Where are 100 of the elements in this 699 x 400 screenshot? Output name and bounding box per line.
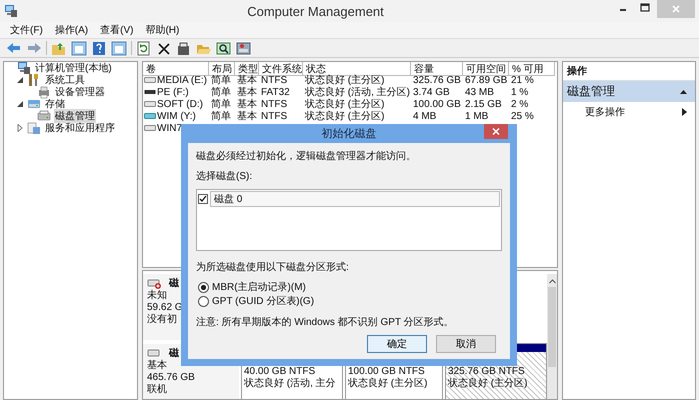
tree-item[interactable]: 服务和应用程序 [44,121,116,135]
partition-status: 状态良好 (活动, 主分 [244,378,337,390]
folder-up-icon[interactable] [51,40,67,56]
partition-status: 状态良好 (主分区) [448,378,528,390]
cancel-button[interactable]: 取消 [436,335,496,353]
menu-item[interactable]: 操作(A) [54,23,88,37]
table-cell: 1 MB [465,110,488,122]
disk-detail: 联机 [147,384,167,396]
pane-icon[interactable] [111,40,127,56]
tools-icon [27,73,41,87]
table-cell: 21 % [511,74,534,86]
computer-icon [17,61,31,75]
table-cell: 67.89 GB [465,74,508,86]
delete-icon[interactable] [156,40,172,56]
window-title: Computer Management [246,4,385,18]
pane-icon[interactable] [71,40,87,56]
list-item[interactable]: 磁盘 0 [210,191,500,207]
table-cell: 简单 [211,98,231,110]
disk-name: 磁 [169,346,179,360]
table-cell: FAT32 [261,86,290,98]
disk-detail: 465.76 GB [147,372,195,384]
disk-drive-icon [37,109,51,123]
computer-management-icon [4,4,18,18]
column-header[interactable]: 状态 [303,62,411,76]
table-cell: NTFS [261,110,288,122]
help-icon[interactable] [91,40,107,56]
drive-icon [144,87,156,97]
tree-item[interactable]: 计算机管理(本地) [34,61,113,75]
radio-label[interactable]: MBR(主启动记录)(M) [212,280,306,294]
expanded-triangle-icon[interactable] [16,76,24,84]
disk-listbox[interactable]: 磁盘 0 [196,189,502,251]
table-cell: 基本 [237,74,257,86]
table-cell: 基本 [237,86,257,98]
table-cell: WIM (Y:) [157,110,196,122]
table-cell: MEDIA (E:) [157,74,208,86]
disk-detail: 基本 [147,360,167,372]
magnifier-icon[interactable] [216,40,232,56]
action-item[interactable]: 更多操作 [585,105,625,119]
tree-item[interactable]: 系统工具 [44,73,86,87]
menu-item[interactable]: 查看(V) [100,23,134,37]
table-cell: SOFT (D:) [157,98,203,110]
menu-item[interactable]: 文件(F) [10,23,43,37]
menu-item[interactable]: 帮助(H) [145,23,180,37]
collapse-triangle-icon[interactable] [680,89,687,94]
drive-icon [144,111,156,121]
column-header[interactable]: 可用空间 [463,62,509,76]
column-header[interactable]: 容量 [411,62,463,76]
table-cell: 状态良好 (主分区) [305,98,384,110]
submenu-arrow-icon[interactable] [682,108,687,116]
printer-icon [37,85,51,99]
column-header[interactable]: 类型 [235,62,259,76]
actions-group-header[interactable]: 磁盘管理 [563,81,695,102]
table-cell: PE (F:) [157,86,189,98]
expanded-triangle-icon[interactable] [16,100,24,108]
radio-label[interactable]: GPT (GUID 分区表)(G) [212,294,314,308]
scroll-up-icon[interactable] [548,277,556,285]
tree-item[interactable]: 磁盘管理 [54,109,96,123]
dialog-message: 磁盘必须经过初始化，逻辑磁盘管理器才能访问。 [196,150,417,163]
scroll-thumb[interactable] [548,287,556,367]
table-cell: NTFS [261,74,288,86]
table-cell: 基本 [237,98,257,110]
collapsed-triangle-icon[interactable] [16,124,24,132]
drive-icon [144,75,156,85]
partition-status: 状态良好 (主分区) [348,378,428,390]
table-cell: 简单 [211,110,231,122]
table-cell: 基本 [237,110,257,122]
radio-button[interactable] [198,282,209,292]
close-icon[interactable] [484,124,508,139]
partition-size: 100.00 GB NTFS [348,366,426,378]
table-cell: 325.76 GB [413,74,461,86]
scrollbar[interactable] [547,274,557,399]
disk-settings-icon[interactable] [236,40,252,56]
field-label: 为所选磁盘使用以下磁盘分区形式: [196,260,350,274]
table-cell: 状态良好 (主分区) [305,110,384,122]
dialog-title: 初始化磁盘 [322,126,376,141]
radio-button[interactable] [198,296,209,306]
table-cell: 简单 [211,86,231,98]
column-header[interactable]: % 可用 [509,62,555,76]
checkbox[interactable] [198,194,208,204]
column-header[interactable]: 卷 [143,62,209,76]
field-label: 选择磁盘(S): [196,170,254,183]
tree-item[interactable]: 存储 [44,97,66,111]
disk-warning-icon [147,276,161,290]
note-text: 注意: 所有早期版本的 Windows 都不识别 GPT 分区形式。 [196,316,455,329]
back-arrow-icon[interactable] [6,40,22,56]
tree-item[interactable]: 设备管理器 [54,85,106,99]
table-cell: 状态良好 (活动, 主分区) [305,86,410,98]
storage-icon [27,97,41,111]
table-cell: 100.00 GB [413,98,461,110]
table-cell: WIN7 [157,122,182,134]
column-header[interactable]: 布局 [209,62,235,76]
ok-button[interactable]: 确定 [367,335,427,353]
table-cell: 25 % [511,110,534,122]
properties-icon[interactable] [176,40,192,56]
table-cell: 1 % [511,86,528,98]
table-cell: NTFS [261,98,288,110]
refresh-icon[interactable] [136,40,152,56]
column-header[interactable]: 文件系统 [259,62,303,76]
group-title: 磁盘管理 [567,83,615,100]
drive-icon [144,123,156,133]
